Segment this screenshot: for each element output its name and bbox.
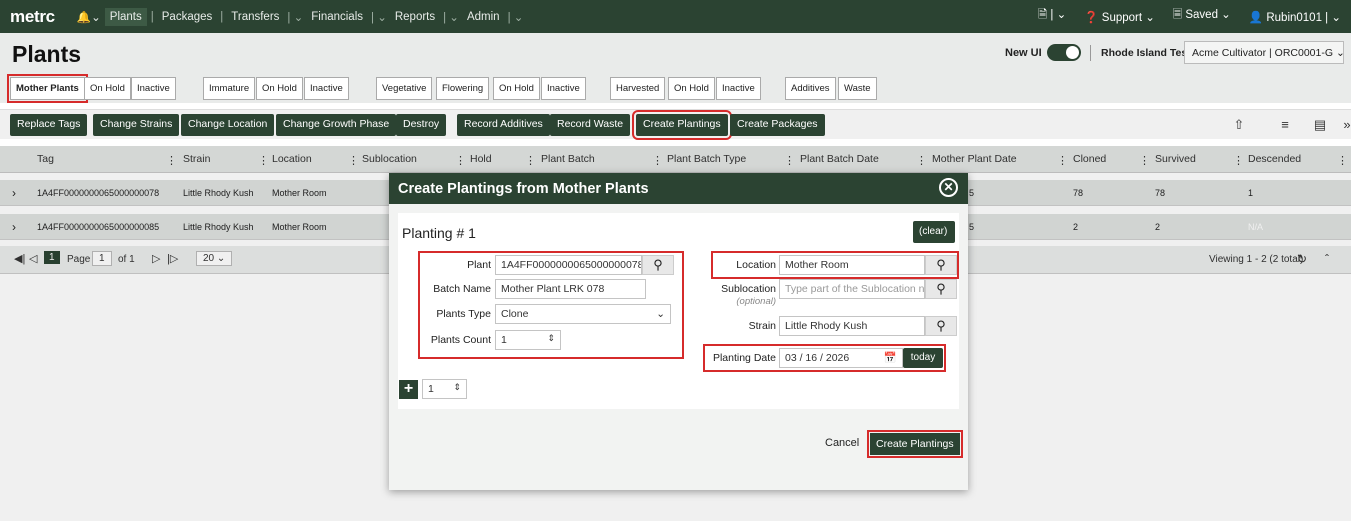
modal-title: Create Plantings from Mother Plants — [398, 181, 649, 197]
batch-name-field[interactable]: Mother Plant LRK 078 — [495, 279, 646, 299]
plants-type-label: Plants Type — [436, 308, 491, 320]
tab-harvested-on-hold[interactable]: On Hold — [668, 77, 715, 100]
modal-body: Planting # 1 (clear) Plant 1A4FF00000000… — [389, 204, 968, 490]
batch-name-label: Batch Name — [433, 283, 491, 295]
nav-transfers[interactable]: Transfers — [227, 11, 283, 23]
search-icon: ⚲ — [936, 257, 946, 272]
tab-mother-inactive[interactable]: Inactive — [131, 77, 176, 100]
today-button[interactable]: today — [903, 348, 943, 368]
create-packages-button[interactable]: Create Packages — [730, 114, 825, 136]
saved-icon: 🗏 — [1172, 9, 1183, 21]
nav-admin[interactable]: Admin — [463, 11, 504, 23]
nav-financials[interactable]: Financials — [307, 11, 367, 23]
clear-button[interactable]: (clear) — [913, 221, 955, 243]
new-ui-toggle[interactable] — [1047, 44, 1081, 61]
tab-immature[interactable]: Immature — [203, 77, 256, 100]
page-header: Plants New UI Rhode Island Testing Acme … — [0, 33, 1351, 73]
calendar-icon[interactable]: 📅 — [884, 351, 897, 364]
planting-date-field[interactable]: 03 / 16 / 2026 📅 — [779, 348, 903, 368]
top-nav-bar: metrc 🔔⌄ Plants | Packages | Transfers | ⌄ … — [0, 0, 1351, 33]
record-additives-button[interactable]: Record Additives — [457, 114, 550, 136]
tab-immature-on-hold[interactable]: On Hold — [256, 77, 303, 100]
saved-menu[interactable]: 🗏 Saved ⌄ — [1173, 7, 1231, 26]
location-label: Location — [736, 259, 776, 271]
expand-icon[interactable]: » — [1340, 118, 1351, 132]
divider — [1090, 45, 1091, 61]
plants-count-label: Plants Count — [430, 334, 491, 346]
strain-field[interactable]: Little Rhody Kush — [779, 316, 925, 336]
planting-card: Planting # 1 (clear) Plant 1A4FF00000000… — [398, 213, 959, 409]
strain-search-button[interactable]: ⚲ — [925, 316, 957, 336]
tab-mother-plants[interactable]: Mother Plants — [7, 74, 88, 103]
top-right-menu: 🗎 | ⌄ ❓ Support ⌄ 🗏 Saved ⌄ 👤 Rubin0101 … — [1038, 0, 1341, 33]
chevron-down-icon: ⌄ — [656, 308, 665, 320]
help-icon: ❓ — [1084, 11, 1099, 24]
export-icon[interactable]: ⇧ — [1232, 118, 1246, 132]
strain-label: Strain — [748, 320, 776, 332]
support-menu[interactable]: ❓ Support ⌄ — [1084, 10, 1155, 24]
create-plantings-submit[interactable]: Create Plantings — [867, 430, 963, 458]
main-nav: 🔔⌄ Plants | Packages | Transfers | ⌄ Financ… — [73, 7, 528, 26]
search-icon: ⚲ — [936, 281, 946, 296]
stepper-icon[interactable]: ⇕ — [453, 382, 461, 393]
tab-flowering[interactable]: Flowering — [436, 77, 490, 100]
action-toolbar: Replace Tags Change Strains Change Locat… — [0, 109, 1351, 140]
create-plantings-button[interactable]: Create Plantings — [632, 110, 732, 140]
location-search-button[interactable]: ⚲ — [925, 255, 957, 275]
tab-harvested-inactive[interactable]: Inactive — [716, 77, 761, 100]
plant-label: Plant — [467, 259, 491, 271]
add-count-stepper[interactable]: 1 ⇕ — [422, 379, 467, 399]
location-field[interactable]: Mother Room — [779, 255, 925, 275]
search-icon: ⚲ — [653, 257, 663, 272]
planting-title: Planting # 1 — [402, 225, 476, 241]
destroy-button[interactable]: Destroy — [396, 114, 447, 136]
cancel-button[interactable]: Cancel — [825, 437, 859, 449]
create-plantings-modal: Create Plantings from Mother Plants ✕ Pl… — [389, 173, 968, 490]
record-waste-button[interactable]: Record Waste — [550, 114, 631, 136]
page-title: Plants — [12, 41, 82, 67]
sublocation-search-button[interactable]: ⚲ — [925, 279, 957, 299]
planting-date-label: Planting Date — [712, 352, 776, 364]
tab-mother-on-hold[interactable]: On Hold — [84, 77, 131, 100]
tab-veg-on-hold[interactable]: On Hold — [493, 77, 540, 100]
close-icon[interactable]: ✕ — [939, 178, 958, 197]
document-icon[interactable]: 🗎 | ⌄ — [1038, 7, 1066, 26]
replace-tags-button[interactable]: Replace Tags — [10, 114, 88, 136]
change-location-button[interactable]: Change Location — [181, 114, 275, 136]
tab-harvested[interactable]: Harvested — [610, 77, 666, 100]
optional-label: (optional) — [736, 296, 776, 307]
add-planting-icon[interactable]: + — [399, 380, 418, 399]
tab-veg-inactive[interactable]: Inactive — [541, 77, 586, 100]
metrc-logo[interactable]: metrc — [10, 7, 55, 27]
tab-waste[interactable]: Waste — [838, 77, 877, 100]
stepper-icon[interactable]: ⇕ — [547, 333, 555, 344]
tab-immature-inactive[interactable]: Inactive — [304, 77, 349, 100]
tab-vegetative[interactable]: Vegetative — [376, 77, 433, 100]
report-icon[interactable]: ▤ — [1313, 118, 1327, 132]
filter-icon[interactable]: ≡ — [1278, 118, 1292, 132]
nav-packages[interactable]: Packages — [158, 11, 217, 23]
new-ui-label: New UI — [1005, 47, 1042, 59]
plants-count-stepper[interactable]: 1 ⇕ — [495, 330, 561, 350]
bell-icon[interactable]: 🔔⌄ — [73, 10, 105, 24]
plants-type-select[interactable]: Clone ⌄ — [495, 304, 671, 324]
plant-search-button[interactable]: ⚲ — [642, 255, 674, 275]
sublocation-label: Sublocation — [721, 283, 776, 295]
tab-additives[interactable]: Additives — [785, 77, 836, 100]
change-growth-phase-button[interactable]: Change Growth Phase — [276, 114, 397, 136]
user-icon: 👤 — [1248, 11, 1264, 24]
nav-reports[interactable]: Reports — [391, 11, 439, 23]
plant-tabs: Mother Plants On Hold Inactive Immature … — [0, 73, 1351, 103]
facility-select[interactable]: Acme Cultivator | ORC0001-G ⌄ — [1184, 41, 1345, 64]
nav-plants[interactable]: Plants — [104, 7, 147, 26]
modal-header: Create Plantings from Mother Plants ✕ — [389, 173, 968, 204]
plant-field[interactable]: 1A4FF0000000065000000078 — [495, 255, 642, 275]
change-strains-button[interactable]: Change Strains — [93, 114, 180, 136]
modal-footer: Cancel Create Plantings — [398, 416, 963, 471]
search-icon: ⚲ — [936, 318, 946, 333]
user-menu[interactable]: 👤 Rubin0101 | ⌄ — [1249, 10, 1341, 24]
sublocation-input[interactable]: Type part of the Sublocation name — [779, 279, 925, 299]
